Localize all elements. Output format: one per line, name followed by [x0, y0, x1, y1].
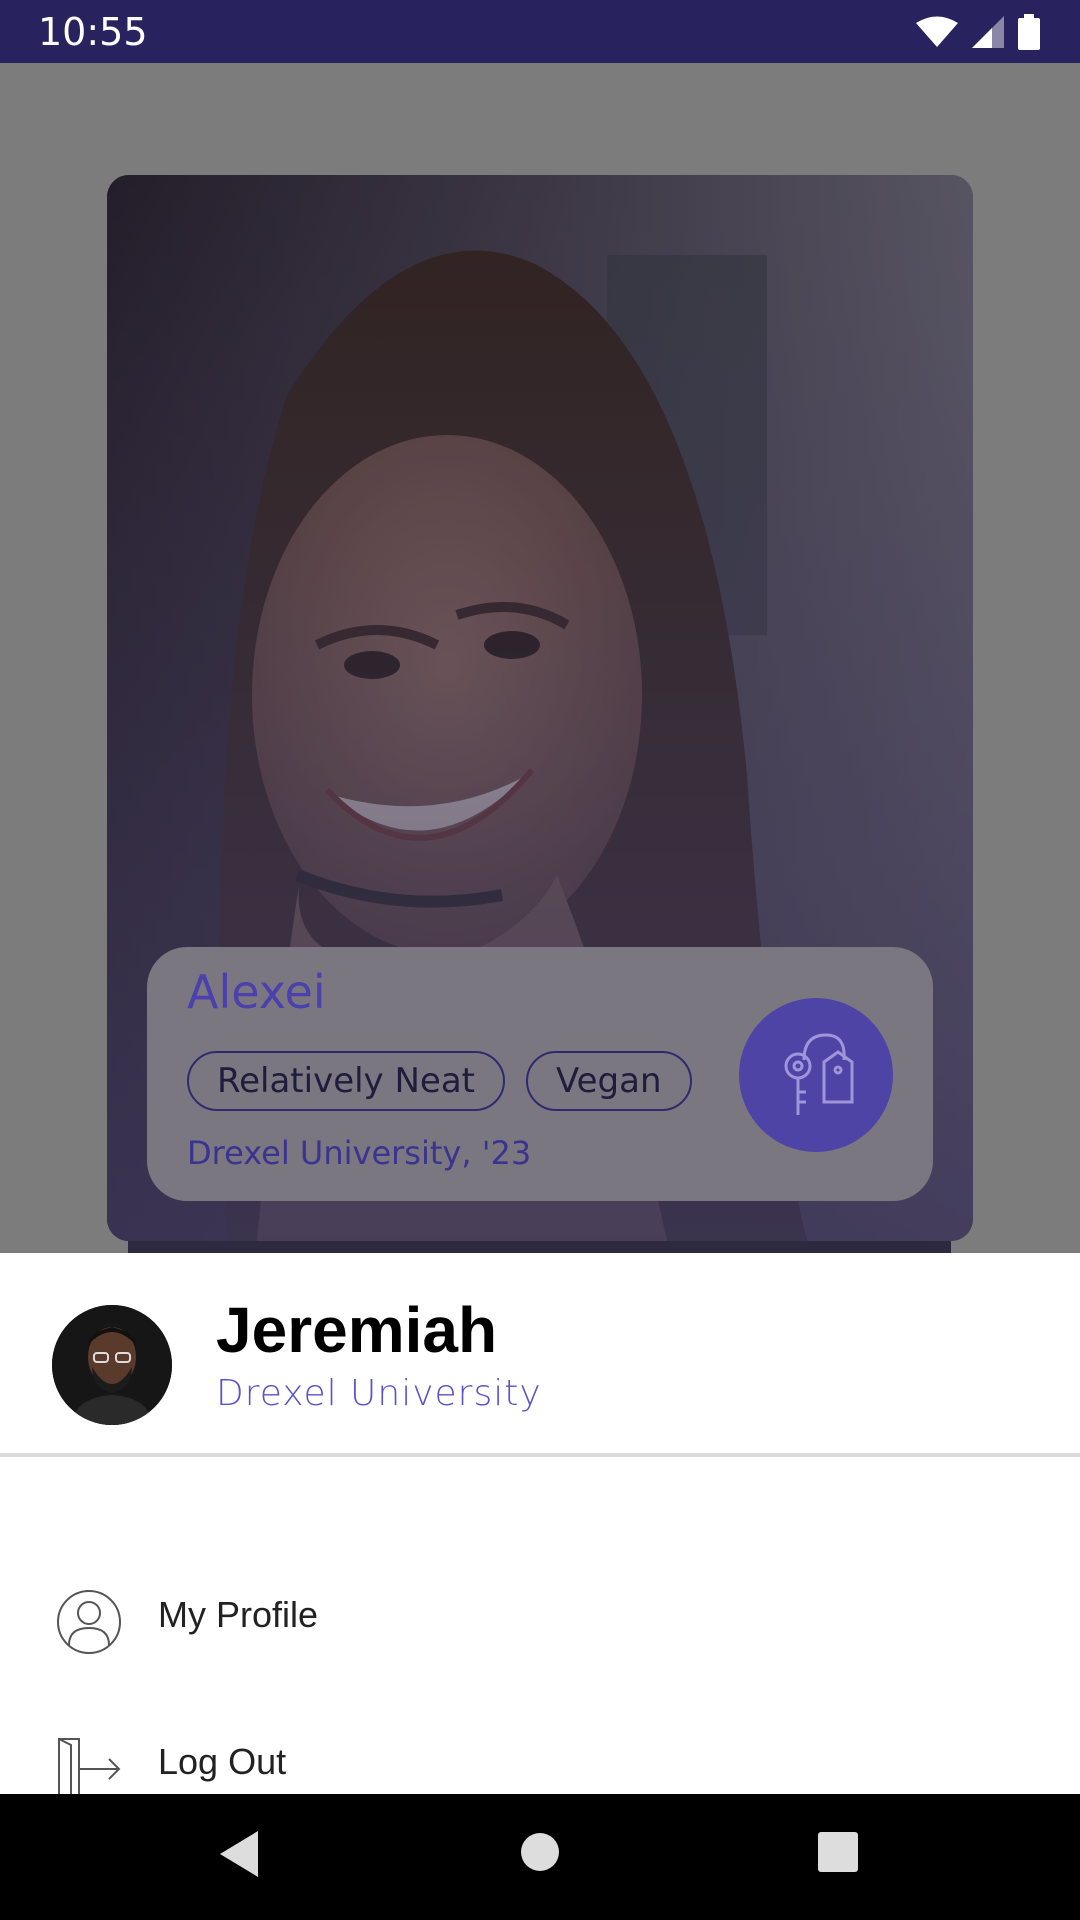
drawer-header: Jeremiah Drexel University	[0, 1253, 1080, 1453]
home-icon[interactable]	[520, 1832, 560, 1872]
divider	[0, 1453, 1080, 1457]
status-bar: 10:55	[0, 0, 1080, 63]
account-drawer: Jeremiah Drexel University My Profile Lo…	[0, 1253, 1080, 1800]
profile-icon	[57, 1590, 121, 1654]
card-stack-edge	[128, 1241, 951, 1253]
menu-label-log-out: Log Out	[158, 1741, 287, 1782]
status-time: 10:55	[38, 10, 148, 54]
menu-item-my-profile[interactable]: My Profile	[0, 1550, 1080, 1690]
key-tag-button[interactable]	[739, 998, 893, 1152]
logout-icon	[58, 1738, 121, 1800]
recents-icon[interactable]	[818, 1832, 858, 1872]
avatar-image	[52, 1305, 172, 1425]
card-name: Alexei	[187, 965, 326, 1019]
status-icons	[916, 14, 1040, 50]
tag-chip: Vegan	[526, 1051, 692, 1111]
user-school: Drexel University	[216, 1373, 542, 1414]
tag-chip: Relatively Neat	[187, 1051, 506, 1111]
menu-label-my-profile: My Profile	[158, 1594, 319, 1635]
card-info-panel: Alexei Relatively Neat Vegan Drexel Univ…	[147, 947, 933, 1201]
tag-chips: Relatively Neat Vegan	[187, 1051, 692, 1111]
key-tag-icon	[784, 1033, 854, 1115]
avatar[interactable]	[52, 1305, 172, 1425]
battery-icon	[1018, 14, 1040, 50]
system-nav-bar	[0, 1794, 1080, 1920]
back-icon[interactable]	[218, 1829, 260, 1879]
wifi-icon	[916, 16, 958, 47]
user-name: Jeremiah	[216, 1294, 498, 1366]
signal-icon	[972, 16, 1004, 48]
card-school: Drexel University, '23	[187, 1134, 532, 1172]
